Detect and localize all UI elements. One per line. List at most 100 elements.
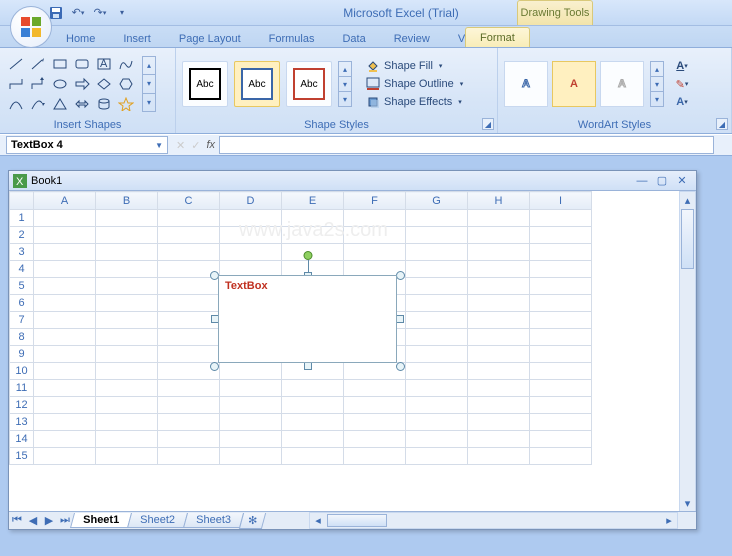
text-effects-button[interactable]: A▾: [672, 95, 692, 109]
wordart-style-2[interactable]: A: [552, 61, 596, 107]
shape-roundrect-icon[interactable]: [72, 55, 92, 73]
row-header[interactable]: 3: [10, 244, 34, 261]
col-header[interactable]: A: [34, 192, 96, 210]
text-outline-button[interactable]: ✎▾: [672, 77, 692, 91]
wordart-launcher[interactable]: ◢: [716, 118, 728, 130]
shape-textbox-icon[interactable]: A: [94, 55, 114, 73]
maximize-button[interactable]: ▢: [652, 174, 672, 187]
tab-page-layout[interactable]: Page Layout: [165, 30, 255, 47]
shape-arrow-icon[interactable]: [28, 55, 48, 73]
shape-hexagon-icon[interactable]: [116, 75, 136, 93]
office-button[interactable]: [10, 6, 52, 48]
row-header[interactable]: 11: [10, 380, 34, 397]
shape-style-3[interactable]: Abc: [286, 61, 332, 107]
shape-style-gallery[interactable]: Abc Abc Abc: [182, 61, 332, 107]
row-header[interactable]: 4: [10, 261, 34, 278]
redo-icon[interactable]: ↷▾: [92, 5, 108, 21]
col-header[interactable]: D: [220, 192, 282, 210]
shapes-gallery[interactable]: A: [6, 55, 136, 113]
row-header[interactable]: 7: [10, 312, 34, 329]
scroll-thumb[interactable]: [681, 209, 694, 269]
shape-double-arrow-icon[interactable]: [72, 95, 92, 113]
shape-style-1[interactable]: Abc: [182, 61, 228, 107]
tab-format[interactable]: Format: [465, 27, 530, 47]
tab-insert[interactable]: Insert: [109, 30, 165, 47]
resize-handle-ne[interactable]: [396, 271, 405, 280]
undo-icon[interactable]: ↶▾: [70, 5, 86, 21]
resize-handle-sw[interactable]: [210, 362, 219, 371]
select-all-corner[interactable]: [10, 192, 34, 210]
row-header[interactable]: 15: [10, 448, 34, 465]
row-header[interactable]: 1: [10, 210, 34, 227]
vertical-scrollbar[interactable]: ▴ ▾: [679, 191, 696, 512]
col-header[interactable]: C: [158, 192, 220, 210]
resize-handle-s[interactable]: [304, 362, 312, 370]
horizontal-scrollbar[interactable]: ◂ ▸: [309, 512, 678, 529]
col-header[interactable]: E: [282, 192, 344, 210]
shape-style-2[interactable]: Abc: [234, 61, 280, 107]
shape-triangle-icon[interactable]: [50, 95, 70, 113]
first-sheet-icon[interactable]: ⏮: [9, 513, 25, 529]
shape-curve-icon[interactable]: [6, 95, 26, 113]
selected-shape-textbox[interactable]: TextBox: [210, 267, 405, 371]
shape-oval-icon[interactable]: [50, 75, 70, 93]
workbook-titlebar[interactable]: X Book1 — ▢ ✕: [9, 171, 696, 191]
worksheet-grid[interactable]: A B C D E F G H I 1 2 3 4 5 6 7 8 9: [9, 191, 696, 495]
tab-review[interactable]: Review: [380, 30, 444, 47]
scroll-left-icon[interactable]: ◂: [310, 513, 326, 528]
shape-styles-launcher[interactable]: ◢: [482, 118, 494, 130]
shapes-gallery-expand[interactable]: ▴▾▾: [142, 56, 156, 112]
close-button[interactable]: ✕: [672, 174, 692, 187]
scroll-down-icon[interactable]: ▾: [680, 495, 695, 511]
sheet-tab-2[interactable]: Sheet2: [127, 513, 188, 528]
row-header[interactable]: 6: [10, 295, 34, 312]
row-header[interactable]: 8: [10, 329, 34, 346]
tab-home[interactable]: Home: [52, 30, 109, 47]
row-header[interactable]: 14: [10, 431, 34, 448]
formula-input[interactable]: [219, 136, 714, 154]
qat-customize-icon[interactable]: ▾: [114, 5, 130, 21]
cancel-icon[interactable]: ✕: [176, 139, 185, 152]
shape-elbow-icon[interactable]: [6, 75, 26, 93]
row-header[interactable]: 9: [10, 346, 34, 363]
minimize-button[interactable]: —: [632, 175, 652, 187]
scroll-up-icon[interactable]: ▴: [680, 192, 695, 208]
sheet-tab-3[interactable]: Sheet3: [183, 513, 244, 528]
resize-handle-e[interactable]: [396, 315, 404, 323]
wordart-gallery[interactable]: A A A: [504, 61, 644, 107]
row-header[interactable]: 2: [10, 227, 34, 244]
shape-outline-button[interactable]: Shape Outline▾: [362, 76, 467, 92]
wordart-style-1[interactable]: A: [504, 61, 548, 107]
textbox-content[interactable]: TextBox: [218, 275, 397, 363]
shape-cylinder-icon[interactable]: [94, 95, 114, 113]
shape-line-icon[interactable]: [6, 55, 26, 73]
row-header[interactable]: 13: [10, 414, 34, 431]
col-header[interactable]: B: [96, 192, 158, 210]
wordart-expand[interactable]: ▴▾▾: [650, 61, 664, 107]
wordart-style-3[interactable]: A: [600, 61, 644, 107]
scroll-right-icon[interactable]: ▸: [661, 513, 677, 528]
rotate-handle[interactable]: [303, 251, 312, 260]
name-box[interactable]: TextBox 4 ▼: [6, 136, 168, 154]
new-sheet-button[interactable]: ✻: [239, 513, 267, 529]
row-header[interactable]: 5: [10, 278, 34, 295]
prev-sheet-icon[interactable]: ◀: [25, 513, 41, 529]
chevron-down-icon[interactable]: ▼: [155, 141, 163, 150]
col-header[interactable]: H: [468, 192, 530, 210]
tab-data[interactable]: Data: [328, 30, 379, 47]
col-header[interactable]: F: [344, 192, 406, 210]
next-sheet-icon[interactable]: ▶: [41, 513, 57, 529]
resize-handle-se[interactable]: [396, 362, 405, 371]
shape-curved-arrow-icon[interactable]: [28, 95, 48, 113]
shape-star-icon[interactable]: [116, 95, 136, 113]
shape-elbow-arrow-icon[interactable]: [28, 75, 48, 93]
shape-fill-button[interactable]: Shape Fill▾: [362, 58, 467, 74]
shape-effects-button[interactable]: Shape Effects▾: [362, 94, 467, 110]
shape-diamond-icon[interactable]: [94, 75, 114, 93]
shape-block-arrow-icon[interactable]: [72, 75, 92, 93]
row-header[interactable]: 10: [10, 363, 34, 380]
tab-formulas[interactable]: Formulas: [255, 30, 329, 47]
scroll-thumb[interactable]: [327, 514, 387, 527]
row-header[interactable]: 12: [10, 397, 34, 414]
sheet-tab-1[interactable]: Sheet1: [70, 513, 132, 528]
